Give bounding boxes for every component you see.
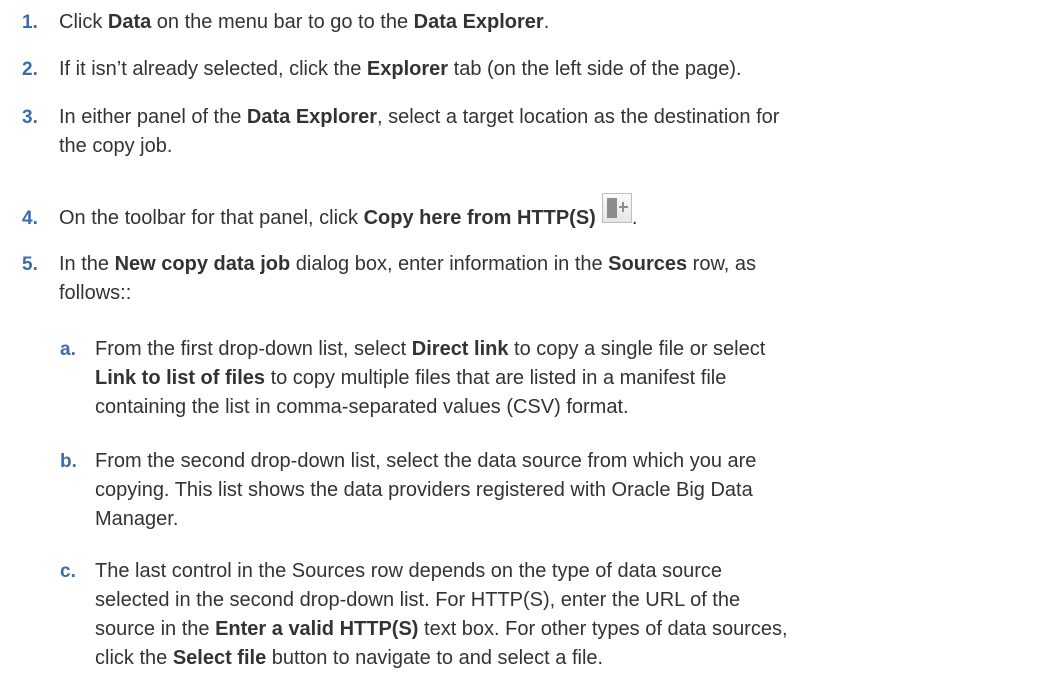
step-text: Click Data on the menu bar to go to the …: [59, 11, 550, 33]
document: 1. Click Data on the menu bar to go to t…: [0, 0, 1042, 680]
substep-letter: b.: [60, 451, 77, 472]
step-text: In either panel of the Data Explorer, se…: [59, 106, 780, 157]
step-number: 2.: [22, 59, 38, 80]
step-number: 4.: [22, 208, 38, 229]
step-number: 3.: [22, 107, 38, 128]
step-text: If it isn’t already selected, click the …: [59, 58, 742, 80]
substep-text: From the first drop-down list, select Di…: [95, 338, 766, 418]
step-text: On the toolbar for that panel, click Cop…: [59, 192, 637, 233]
substep-text: From the second drop-down list, select t…: [95, 450, 757, 530]
copy-here-from-http-icon[interactable]: [601, 192, 632, 223]
step-number: 1.: [22, 12, 38, 33]
substep-letter: c.: [60, 561, 76, 582]
substep-text: The last control in the Sources row depe…: [95, 560, 788, 669]
substep-letter: a.: [60, 339, 76, 360]
step-number: 5.: [22, 254, 38, 275]
step-text: In the New copy data job dialog box, ent…: [59, 253, 757, 304]
